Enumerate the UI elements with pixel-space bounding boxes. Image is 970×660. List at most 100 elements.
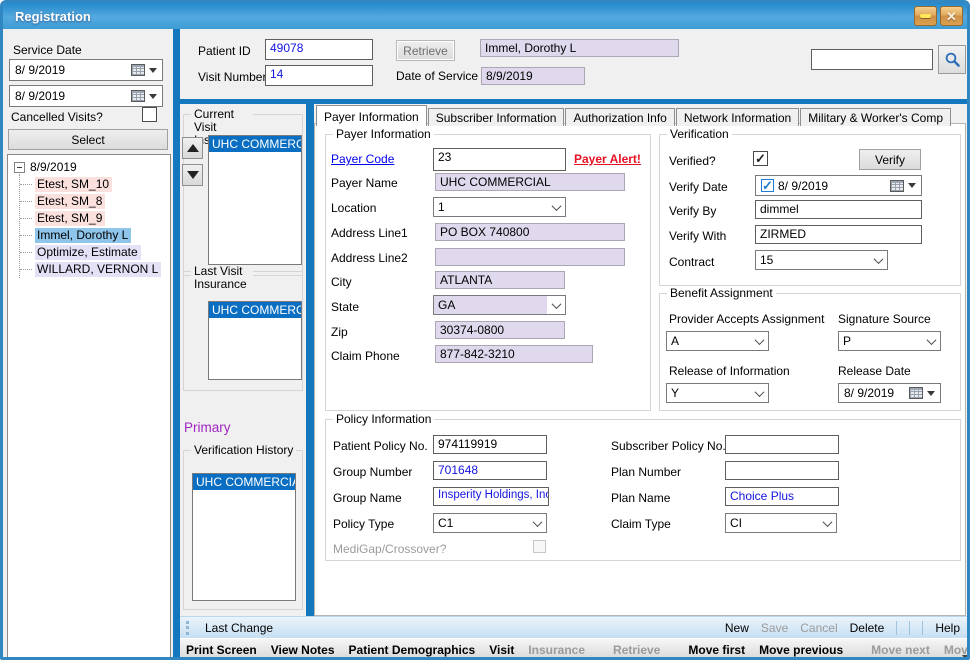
verified-checkbox[interactable] — [753, 151, 768, 166]
provider-accepts-assignment-select[interactable]: A — [666, 331, 769, 351]
release-date-label: Release Date — [838, 364, 911, 378]
chevron-down-icon — [547, 296, 565, 314]
select-button[interactable]: Select — [8, 129, 168, 150]
triangle-down-icon — [187, 171, 199, 179]
release-date-picker[interactable]: 8/ 9/2019 — [838, 383, 941, 403]
tree-collapse-icon[interactable] — [14, 162, 25, 173]
cancel-button[interactable]: Cancel — [800, 621, 837, 635]
primary-label: Primary — [184, 420, 231, 435]
service-date-start-picker[interactable]: 8/ 9/2019 — [9, 59, 163, 81]
tree-root[interactable]: 8/9/2019 — [14, 160, 168, 174]
location-select[interactable]: 1 — [433, 197, 566, 217]
city-field: ATLANTA — [435, 271, 565, 289]
move-insurance-up-button[interactable] — [182, 137, 203, 159]
verify-with-label: Verify With — [669, 229, 726, 243]
cancelled-visits-checkbox[interactable] — [142, 107, 157, 122]
calendar-icon — [909, 387, 923, 399]
tree-item-patient[interactable]: Etest, SM_10 — [20, 176, 168, 193]
save-button[interactable]: Save — [761, 621, 788, 635]
tree-connector — [20, 269, 32, 270]
view-notes-button[interactable]: View Notes — [271, 643, 335, 657]
group-number-label: Group Number — [333, 465, 412, 479]
search-button[interactable] — [938, 45, 966, 74]
help-button[interactable]: Help — [935, 621, 960, 635]
close-button[interactable]: ✕ — [940, 6, 963, 26]
patient-id-input[interactable]: 49078 — [265, 39, 373, 60]
visit-number-input[interactable]: 14 — [265, 65, 373, 86]
tab-authorization-info[interactable]: Authorization Info — [565, 108, 674, 126]
calendar-icon — [131, 90, 145, 102]
plan-name-input[interactable]: Choice Plus — [725, 487, 839, 506]
new-button[interactable]: New — [725, 621, 749, 635]
verify-date-picker[interactable]: 8/ 9/2019 — [755, 175, 922, 196]
address-line2-label: Address Line2 — [331, 251, 408, 265]
tab-subscriber-information[interactable]: Subscriber Information — [428, 108, 565, 126]
tree-item-patient[interactable]: Optimize, Estimate — [20, 244, 168, 261]
retrieve-toolbar-button[interactable]: Retrieve — [613, 643, 660, 657]
subscriber-policy-no-input[interactable] — [725, 435, 839, 454]
move-insurance-down-button[interactable] — [182, 164, 203, 186]
last-visit-insurance-list[interactable]: UHC COMMERCIAL — [208, 301, 302, 380]
group-number-input[interactable]: 701648 — [433, 461, 547, 480]
search-input[interactable] — [811, 49, 933, 70]
payer-alert-link[interactable]: Payer Alert! — [574, 152, 641, 166]
chevron-down-icon — [869, 251, 887, 269]
tree-item-patient[interactable]: WILLARD, VERNON L — [20, 261, 168, 278]
dropdown-arrow-icon — [927, 391, 935, 396]
toolbar-overflow-icon[interactable] — [962, 655, 968, 659]
tab-military-workers-comp[interactable]: Military & Worker's Comp — [800, 108, 951, 126]
tab-payer-information[interactable]: Payer Information — [316, 105, 427, 126]
print-screen-button[interactable]: Print Screen — [186, 643, 257, 657]
claim-phone-label: Claim Phone — [331, 349, 400, 363]
tree-root-label[interactable]: 8/9/2019 — [30, 160, 77, 174]
header-divider — [173, 99, 970, 104]
service-date-label: Service Date — [13, 43, 82, 57]
action-bar: Last Change New Save Cancel Delete Help — [180, 616, 970, 638]
toolbar-grip[interactable] — [186, 621, 189, 635]
policy-type-label: Policy Type — [333, 517, 394, 531]
move-previous-button[interactable]: Move previous — [759, 643, 843, 657]
move-first-button[interactable]: Move first — [688, 643, 745, 657]
verify-date-checkbox[interactable] — [761, 179, 774, 192]
signature-source-label: Signature Source — [838, 312, 931, 326]
policy-type-select[interactable]: C1 — [433, 513, 547, 533]
minimize-button[interactable] — [914, 6, 937, 26]
date-of-service-label: Date of Service — [396, 69, 478, 83]
claim-type-select[interactable]: CI — [725, 513, 837, 533]
retrieve-button[interactable]: Retrieve — [396, 40, 455, 61]
delete-button[interactable]: Delete — [850, 621, 885, 635]
patient-demographics-button[interactable]: Patient Demographics — [349, 643, 476, 657]
visit-button[interactable]: Visit — [489, 643, 514, 657]
tab-network-information[interactable]: Network Information — [676, 108, 799, 126]
service-date-end-picker[interactable]: 8/ 9/2019 — [9, 85, 163, 107]
tree-item-patient[interactable]: Etest, SM_9 — [20, 210, 168, 227]
move-next-button[interactable]: Move next — [871, 643, 930, 657]
signature-source-select[interactable]: P — [838, 331, 941, 351]
list-item[interactable]: UHC COMMERCIAL — [193, 474, 295, 490]
tree-connector — [20, 252, 32, 253]
title-bar[interactable]: Registration ✕ — [3, 3, 967, 29]
visit-tree[interactable]: 8/9/2019 Etest, SM_10 Etest, SM_8 Etest,… — [7, 154, 171, 659]
payer-code-link[interactable]: Payer Code — [331, 152, 394, 166]
tree-item-patient-selected[interactable]: Immel, Dorothy L — [20, 227, 168, 244]
state-select[interactable]: GA — [433, 295, 566, 315]
verify-by-input[interactable]: dimmel — [755, 200, 922, 219]
list-item[interactable]: UHC COMMERCIAL — [209, 136, 301, 152]
verify-button[interactable]: Verify — [859, 149, 921, 170]
plan-number-label: Plan Number — [611, 465, 681, 479]
chevron-down-icon — [818, 514, 836, 532]
insurance-button[interactable]: Insurance — [528, 643, 585, 657]
current-visit-insurance-list[interactable]: UHC COMMERCIAL — [208, 135, 302, 265]
list-item[interactable]: UHC COMMERCIAL — [209, 302, 301, 318]
plan-number-input[interactable] — [725, 461, 839, 480]
verify-with-input[interactable]: ZIRMED — [755, 225, 922, 244]
verification-history-list[interactable]: UHC COMMERCIAL — [192, 473, 296, 601]
claim-phone-field: 877-842-3210 — [435, 345, 593, 363]
group-name-input[interactable]: Insperity Holdings, Inc — [433, 487, 549, 506]
contract-select[interactable]: 15 — [755, 250, 888, 270]
location-label: Location — [331, 201, 376, 215]
payer-code-input[interactable]: 23 — [433, 148, 566, 171]
patient-policy-no-input[interactable]: 974119919 — [433, 435, 547, 454]
tree-item-patient[interactable]: Etest, SM_8 — [20, 193, 168, 210]
release-of-information-select[interactable]: Y — [666, 383, 769, 403]
